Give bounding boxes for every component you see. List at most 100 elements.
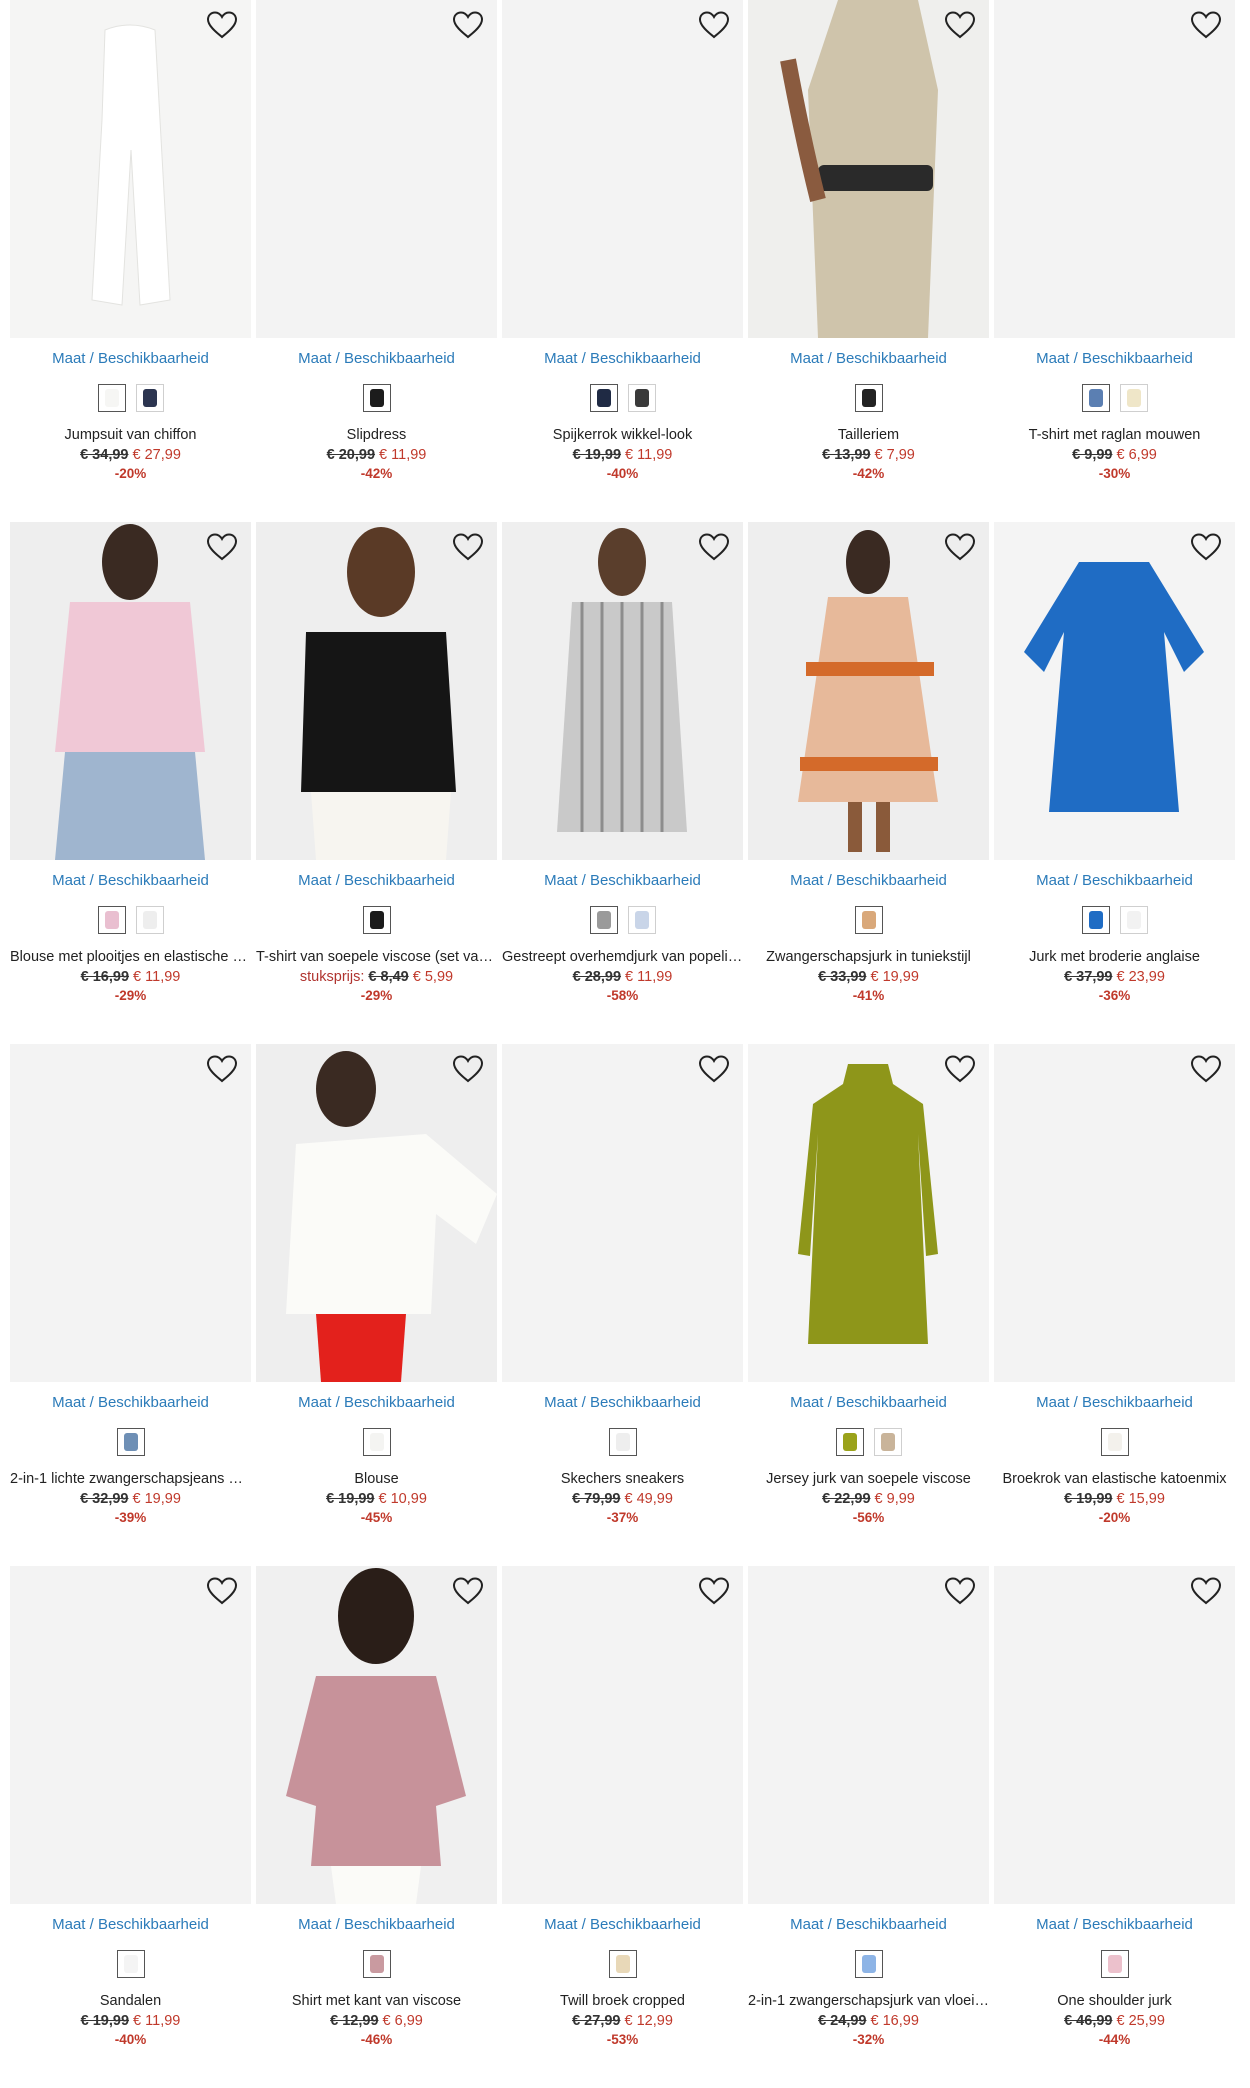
product-image[interactable] — [256, 522, 497, 860]
heart-icon[interactable] — [1189, 532, 1223, 562]
product-title[interactable]: Tailleriem — [748, 426, 989, 445]
product-title[interactable]: Jurk met broderie anglaise — [994, 948, 1235, 967]
heart-icon[interactable] — [697, 1576, 731, 1606]
size-availability-link[interactable]: Maat / Beschikbaarheid — [502, 1394, 743, 1412]
product-title[interactable]: Blouse — [256, 1470, 497, 1489]
color-swatch[interactable] — [362, 1428, 391, 1456]
product-card[interactable]: Maat / Beschikbaarheid Skechers sneakers €… — [502, 1044, 743, 1566]
product-image[interactable] — [748, 1566, 989, 1904]
product-image[interactable] — [256, 0, 497, 338]
heart-icon[interactable] — [451, 10, 485, 40]
color-swatch[interactable] — [873, 1428, 902, 1456]
size-availability-link[interactable]: Maat / Beschikbaarheid — [994, 1394, 1235, 1412]
product-title[interactable]: Jersey jurk van soepele viscose — [748, 1470, 989, 1489]
color-swatch[interactable] — [1100, 1950, 1129, 1978]
product-image[interactable] — [10, 1044, 251, 1382]
product-image[interactable] — [10, 1566, 251, 1904]
color-swatch[interactable] — [589, 384, 618, 412]
product-title[interactable]: Sandalen — [10, 1992, 251, 2011]
product-image[interactable] — [10, 522, 251, 860]
heart-icon[interactable] — [943, 1576, 977, 1606]
product-title[interactable]: Gestreept overhemdjurk van popeline — [502, 948, 743, 967]
product-card[interactable]: Maat / Beschikbaarheid 2-in-1 zwangerscha… — [748, 1566, 989, 2088]
product-title[interactable]: Zwangerschapsjurk in tuniekstijl — [748, 948, 989, 967]
product-title[interactable]: 2-in-1 lichte zwangerschapsjeans met ban… — [10, 1470, 251, 1489]
product-card[interactable]: Maat / Beschikbaarheid Gestreept overhemd… — [502, 522, 743, 1044]
heart-icon[interactable] — [205, 1054, 239, 1084]
product-card[interactable]: Maat / Beschikbaarheid Tailleriem € 13,99 … — [748, 0, 989, 522]
size-availability-link[interactable]: Maat / Beschikbaarheid — [748, 1394, 989, 1412]
heart-icon[interactable] — [697, 1054, 731, 1084]
product-card[interactable]: Maat / Beschikbaarheid Broekrok van elast… — [994, 1044, 1235, 1566]
product-photo[interactable] — [502, 522, 743, 860]
color-swatch[interactable] — [116, 1950, 145, 1978]
color-swatch[interactable] — [854, 906, 883, 934]
size-availability-link[interactable]: Maat / Beschikbaarheid — [502, 350, 743, 368]
product-image[interactable] — [748, 1044, 989, 1382]
product-image[interactable] — [994, 1566, 1235, 1904]
color-swatch[interactable] — [854, 1950, 883, 1978]
product-image[interactable] — [748, 522, 989, 860]
product-image[interactable] — [994, 0, 1235, 338]
color-swatch[interactable] — [1119, 384, 1148, 412]
product-card[interactable]: Maat / Beschikbaarheid Blouse € 19,99 € 10… — [256, 1044, 497, 1566]
product-image[interactable] — [502, 1566, 743, 1904]
size-availability-link[interactable]: Maat / Beschikbaarheid — [10, 872, 251, 890]
size-availability-link[interactable]: Maat / Beschikbaarheid — [994, 350, 1235, 368]
product-title[interactable]: Broekrok van elastische katoenmix — [994, 1470, 1235, 1489]
color-swatch[interactable] — [854, 384, 883, 412]
color-swatch[interactable] — [627, 384, 656, 412]
heart-icon[interactable] — [1189, 1054, 1223, 1084]
product-card[interactable]: Maat / Beschikbaarheid T-shirt van soepel… — [256, 522, 497, 1044]
heart-icon[interactable] — [943, 1054, 977, 1084]
product-image[interactable] — [994, 522, 1235, 860]
product-photo[interactable] — [748, 1044, 989, 1382]
size-availability-link[interactable]: Maat / Beschikbaarheid — [256, 1916, 497, 1934]
product-image[interactable] — [502, 522, 743, 860]
color-swatch[interactable] — [608, 1428, 637, 1456]
heart-icon[interactable] — [451, 1576, 485, 1606]
heart-icon[interactable] — [943, 10, 977, 40]
product-card[interactable]: Maat / Beschikbaarheid One shoulder jurk €… — [994, 1566, 1235, 2088]
size-availability-link[interactable]: Maat / Beschikbaarheid — [502, 872, 743, 890]
product-card[interactable]: Maat / Beschikbaarheid T-shirt met raglan… — [994, 0, 1235, 522]
product-photo[interactable] — [994, 522, 1235, 860]
heart-icon[interactable] — [1189, 10, 1223, 40]
product-title[interactable]: T-shirt met raglan mouwen — [994, 426, 1235, 445]
product-title[interactable]: Skechers sneakers — [502, 1470, 743, 1489]
color-swatch[interactable] — [362, 1950, 391, 1978]
color-swatch[interactable] — [835, 1428, 864, 1456]
product-card[interactable]: Maat / Beschikbaarheid Blouse met plooitj… — [10, 522, 251, 1044]
heart-icon[interactable] — [697, 532, 731, 562]
color-swatch[interactable] — [362, 906, 391, 934]
heart-icon[interactable] — [205, 10, 239, 40]
product-photo[interactable] — [748, 522, 989, 860]
color-swatch[interactable] — [116, 1428, 145, 1456]
heart-icon[interactable] — [205, 1576, 239, 1606]
product-card[interactable]: Maat / Beschikbaarheid Zwangerschapsjurk … — [748, 522, 989, 1044]
color-swatch[interactable] — [97, 906, 126, 934]
heart-icon[interactable] — [697, 10, 731, 40]
product-card[interactable]: Maat / Beschikbaarheid Slipdress € 20,99 €… — [256, 0, 497, 522]
product-card[interactable]: Maat / Beschikbaarheid Shirt met kant van… — [256, 1566, 497, 2088]
product-title[interactable]: Spijkerrok wikkel-look — [502, 426, 743, 445]
product-card[interactable]: Maat / Beschikbaarheid Spijkerrok wikkel-… — [502, 0, 743, 522]
size-availability-link[interactable]: Maat / Beschikbaarheid — [256, 872, 497, 890]
product-card[interactable]: Maat / Beschikbaarheid Jurk met broderie … — [994, 522, 1235, 1044]
product-image[interactable] — [502, 1044, 743, 1382]
color-swatch[interactable] — [97, 384, 126, 412]
size-availability-link[interactable]: Maat / Beschikbaarheid — [994, 872, 1235, 890]
color-swatch[interactable] — [135, 906, 164, 934]
product-title[interactable]: Shirt met kant van viscose — [256, 1992, 497, 2011]
product-card[interactable]: Maat / Beschikbaarheid Jersey jurk van so… — [748, 1044, 989, 1566]
heart-icon[interactable] — [1189, 1576, 1223, 1606]
product-photo[interactable] — [10, 522, 251, 860]
product-image[interactable] — [502, 0, 743, 338]
product-title[interactable]: One shoulder jurk — [994, 1992, 1235, 2011]
color-swatch[interactable] — [1100, 1428, 1129, 1456]
heart-icon[interactable] — [451, 1054, 485, 1084]
color-swatch[interactable] — [1119, 906, 1148, 934]
heart-icon[interactable] — [451, 532, 485, 562]
color-swatch[interactable] — [1081, 906, 1110, 934]
product-title[interactable]: Jumpsuit van chiffon — [10, 426, 251, 445]
